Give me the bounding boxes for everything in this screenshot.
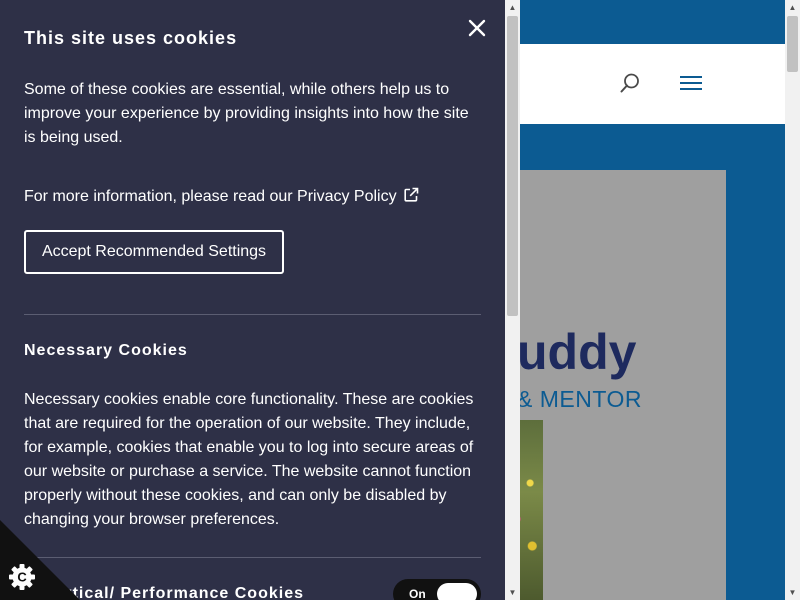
scroll-up-arrow-icon[interactable]: ▲ xyxy=(785,0,800,15)
analytical-cookies-toggle[interactable]: On xyxy=(393,579,481,600)
cookie-panel-scroll-thumb[interactable] xyxy=(507,16,518,316)
cookie-panel-scrollbar[interactable]: ▲ ▼ xyxy=(505,0,520,600)
page-scroll-thumb[interactable] xyxy=(787,16,798,72)
toggle-knob xyxy=(437,583,477,600)
site-hero-heading: uddy xyxy=(517,324,637,380)
necessary-cookies-description: Necessary cookies enable core functional… xyxy=(24,391,474,528)
necessary-cookies-title: Necessary Cookies xyxy=(24,342,188,359)
toggle-state-label: On xyxy=(409,587,426,600)
cookie-panel-title: This site uses cookies xyxy=(24,28,238,48)
privacy-prefix-text: For more information, please read our xyxy=(24,188,298,205)
hamburger-menu-icon[interactable] xyxy=(680,74,702,92)
section-divider xyxy=(24,314,481,315)
external-link-icon[interactable] xyxy=(403,187,419,203)
scroll-up-arrow-icon[interactable]: ▲ xyxy=(505,0,520,15)
site-hero-subheading: & MENTOR xyxy=(517,386,642,412)
cookie-consent-panel: This site uses cookies Some of these coo… xyxy=(0,0,505,600)
search-icon[interactable] xyxy=(619,72,641,94)
scroll-down-arrow-icon[interactable]: ▼ xyxy=(785,585,800,600)
close-icon[interactable] xyxy=(465,16,489,40)
privacy-policy-link[interactable]: Privacy Policy xyxy=(297,188,397,205)
privacy-info-line: For more information, please read our Pr… xyxy=(24,185,419,209)
section-divider xyxy=(24,557,481,558)
page-scrollbar[interactable]: ▲ ▼ xyxy=(785,0,800,600)
accept-recommended-settings-button[interactable]: Accept Recommended Settings xyxy=(24,230,284,274)
cookie-icon[interactable]: C xyxy=(0,520,80,600)
scroll-down-arrow-icon[interactable]: ▼ xyxy=(505,585,520,600)
svg-text:C: C xyxy=(17,570,27,585)
cookie-intro-text: Some of these cookies are essential, whi… xyxy=(24,81,469,146)
